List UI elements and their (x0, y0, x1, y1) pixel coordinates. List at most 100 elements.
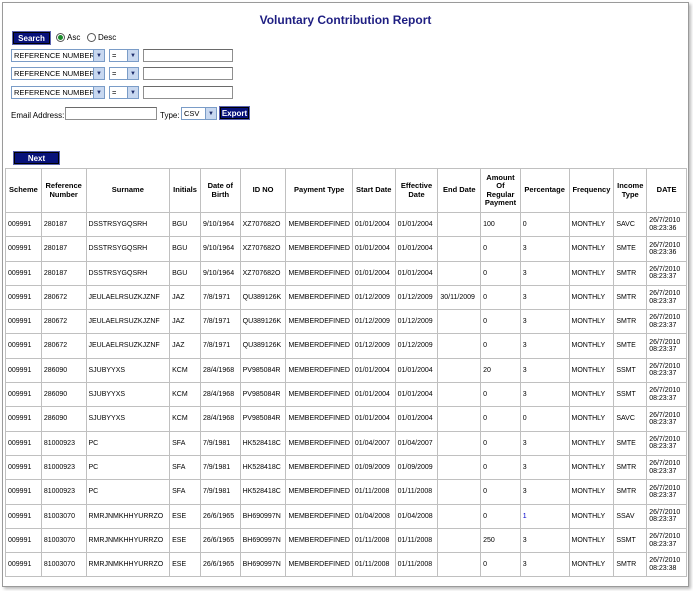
cell-date: 26/7/2010 08:23:37 (646, 406, 687, 432)
cell-reference-number: 286090 (40, 382, 87, 408)
next-button[interactable]: Next (13, 151, 60, 165)
cell-start-date: 01/11/2008 (351, 479, 396, 505)
filter-field-select-2[interactable]: REFERENCE NUMBER ▼ (11, 67, 105, 80)
cell-date-of-birth: 28/4/1968 (199, 406, 241, 432)
cell-start-date: 01/11/2008 (351, 552, 396, 578)
cell-id-no: PV985084R (239, 382, 287, 408)
cell-income-type: SMTR (613, 479, 648, 505)
cell-scheme: 009991 (5, 284, 42, 311)
cell-frequency: MONTHLY (568, 552, 615, 578)
cell-amount: 100 (480, 211, 521, 238)
cell-date: 26/7/2010 08:23:37 (646, 454, 687, 481)
table-row: 009991 81000923 PC SFA 7/9/1981 HK528418C MEMB… (5, 479, 687, 505)
chevron-down-icon: ▼ (93, 50, 104, 61)
cell-date-of-birth: 26/6/1965 (199, 503, 241, 529)
cell-effective-date: 01/01/2004 (394, 260, 439, 286)
table-row: 009991 280672 JEULAELRSUZKJZNF JAZ 7/8/1971 Q… (5, 284, 687, 311)
filter-field-select-3[interactable]: REFERENCE NUMBER ▼ (11, 86, 105, 99)
cell-amount: 0 (480, 503, 521, 529)
cell-id-no: BH690997N (239, 503, 287, 529)
cell-amount: 0 (480, 309, 521, 335)
column-header-scheme: Scheme (5, 168, 42, 213)
chevron-down-icon: ▼ (93, 87, 104, 98)
cell-income-type: SSMT (613, 357, 648, 384)
export-type-select[interactable]: CSV ▼ (181, 107, 217, 120)
table-row: 009991 280187 DSSTRSYGQSRH BGU 9/10/1964 XZ70… (5, 260, 687, 286)
column-header-amount: Amount Of Regular Payment (480, 168, 521, 213)
cell-date-of-birth: 26/6/1965 (199, 527, 241, 554)
cell-percentage: 3 (519, 284, 570, 311)
page-title: Voluntary Contribution Report (259, 13, 432, 27)
cell-reference-number: 280187 (40, 211, 87, 238)
table-body: 009991 280187 DSSTRSYGQSRH BGU 9/10/1964 XZ70… (5, 211, 687, 578)
cell-initials: ESE (169, 527, 201, 554)
cell-reference-number: 280187 (40, 236, 87, 262)
cell-percentage: 3 (519, 454, 570, 481)
filter-value-input-1[interactable] (143, 49, 233, 62)
filter-operator-select-3[interactable]: = ▼ (109, 86, 139, 99)
cell-end-date (437, 479, 482, 505)
filter-operator-select-1[interactable]: = ▼ (109, 49, 139, 62)
cell-amount: 0 (480, 406, 521, 432)
filter-operator-select-2[interactable]: = ▼ (109, 67, 139, 80)
radio-indicator (87, 33, 96, 42)
cell-frequency: MONTHLY (568, 430, 615, 456)
cell-end-date (437, 357, 482, 384)
table-row: 009991 81000923 PC SFA 7/9/1981 HK528418C MEMB… (5, 454, 687, 481)
cell-end-date (437, 406, 482, 432)
cell-end-date (437, 382, 482, 408)
cell-date: 26/7/2010 08:23:37 (646, 527, 687, 554)
table-row: 009991 280672 JEULAELRSUZKJZNF JAZ 7/8/1971 Q… (5, 309, 687, 335)
cell-effective-date: 01/01/2004 (394, 236, 439, 262)
cell-payment-type: MEMBERDEFINED (285, 503, 353, 529)
cell-payment-type: MEMBERDEFINED (285, 309, 353, 335)
cell-surname: RMRJNMKHHYURRZO (85, 527, 171, 554)
cell-date: 26/7/2010 08:23:37 (646, 309, 687, 335)
table-row: 009991 81003070 RMRJNMKHHYURRZO ESE 26/6/196… (5, 552, 687, 578)
cell-percentage: 3 (519, 479, 570, 505)
cell-scheme: 009991 (5, 527, 42, 554)
contribution-table: Scheme Reference Number Surname Initials… (5, 168, 687, 578)
cell-start-date: 01/01/2004 (351, 382, 396, 408)
cell-date-of-birth: 7/9/1981 (199, 454, 241, 481)
table-header-row: Scheme Reference Number Surname Initials… (5, 168, 687, 213)
filter-value-input-2[interactable] (143, 67, 233, 80)
cell-effective-date: 01/01/2004 (394, 406, 439, 432)
cell-frequency: MONTHLY (568, 333, 615, 359)
cell-reference-number: 81000923 (40, 479, 87, 505)
cell-end-date (437, 552, 482, 578)
table-row: 009991 280672 JEULAELRSUZKJZNF JAZ 7/8/1971 Q… (5, 333, 687, 359)
cell-initials: ESE (169, 552, 201, 578)
cell-initials: SFA (169, 479, 201, 505)
cell-reference-number: 81000923 (40, 430, 87, 456)
cell-surname: SJUBYYXS (85, 406, 171, 432)
cell-surname: RMRJNMKHHYURRZO (85, 552, 171, 578)
sort-asc-radio[interactable]: Asc (56, 33, 80, 42)
cell-date-of-birth: 9/10/1964 (199, 211, 241, 238)
cell-amount: 0 (480, 236, 521, 262)
cell-end-date: 30/11/2009 (437, 284, 482, 311)
cell-percentage: 3 (519, 552, 570, 578)
cell-start-date: 01/01/2004 (351, 236, 396, 262)
cell-reference-number: 286090 (40, 406, 87, 432)
cell-end-date (437, 309, 482, 335)
cell-end-date (437, 430, 482, 456)
cell-date-of-birth: 9/10/1964 (199, 260, 241, 286)
cell-frequency: MONTHLY (568, 236, 615, 262)
cell-income-type: SAVC (613, 406, 648, 432)
cell-percentage: 0 (519, 211, 570, 238)
cell-scheme: 009991 (5, 260, 42, 286)
cell-initials: KCM (169, 382, 201, 408)
cell-scheme: 009991 (5, 406, 42, 432)
email-address-input[interactable] (65, 107, 157, 120)
cell-id-no: XZ707682O (239, 211, 287, 238)
cell-payment-type: MEMBERDEFINED (285, 430, 353, 456)
cell-surname: SJUBYYXS (85, 382, 171, 408)
cell-scheme: 009991 (5, 333, 42, 359)
search-button[interactable]: Search (12, 31, 51, 45)
cell-scheme: 009991 (5, 503, 42, 529)
filter-field-select-1[interactable]: REFERENCE NUMBER ▼ (11, 49, 105, 62)
filter-value-input-3[interactable] (143, 86, 233, 99)
export-button[interactable]: Export (219, 106, 250, 120)
sort-desc-radio[interactable]: Desc (87, 33, 116, 42)
